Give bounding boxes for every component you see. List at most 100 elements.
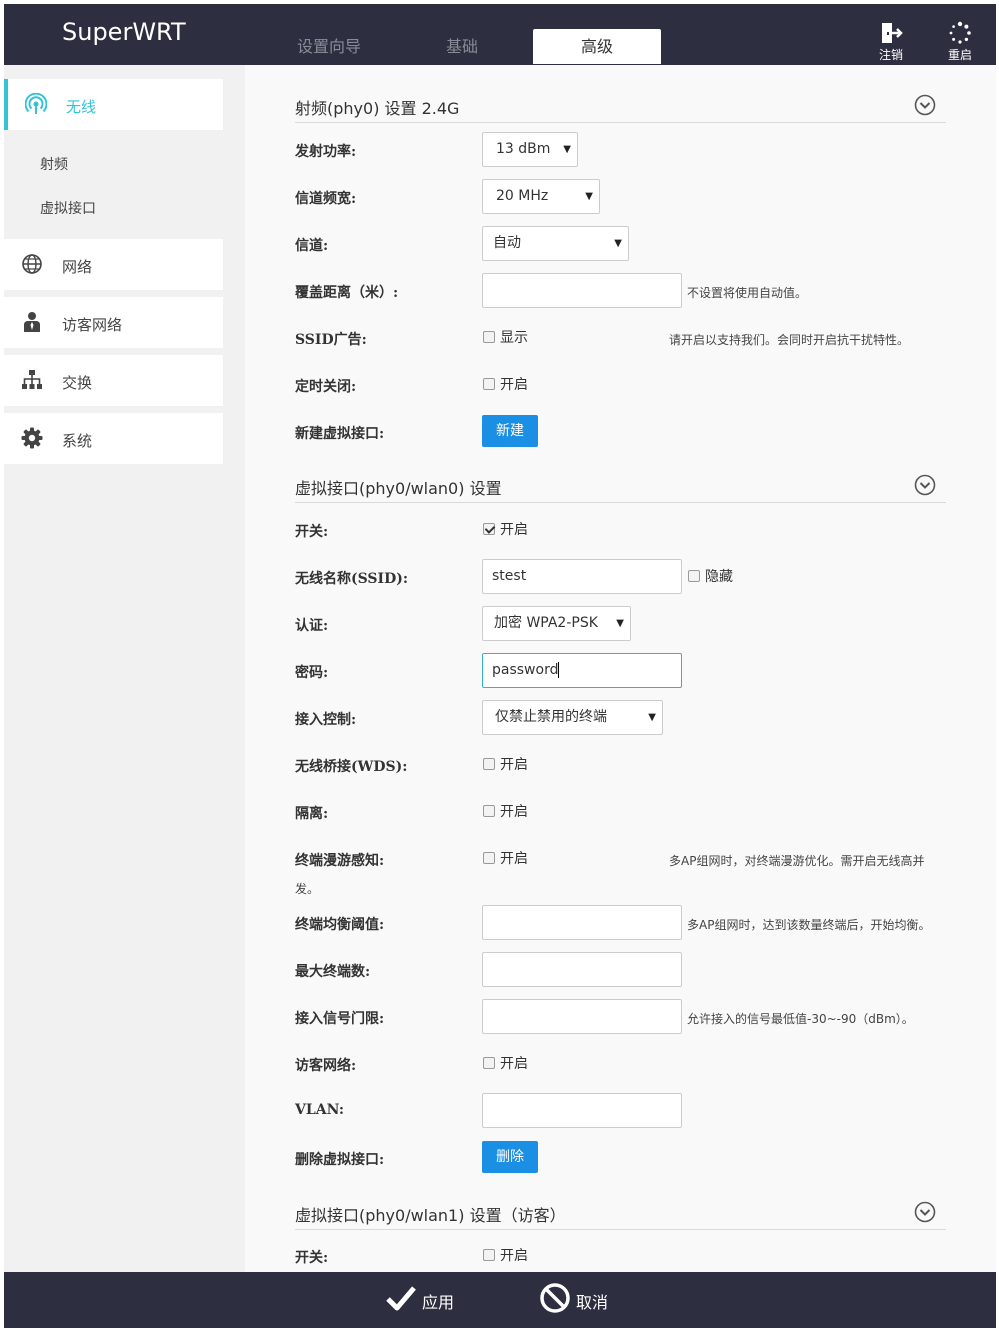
new-vif-button[interactable]: 新建 [482, 415, 538, 447]
label-ssid: 无线名称(SSID): [295, 571, 409, 587]
sidebar: 无线 射频 虚拟接口 网络 访客网络 交换 系统 [4, 65, 245, 1272]
apply-button[interactable]: 应用 [385, 1282, 475, 1316]
app-frame: SuperWRT 设置向导 基础 高级 注销 重启 无线 射频 虚拟接口 网络 … [4, 4, 996, 1328]
tx-power-select[interactable]: 13 dBm ▼ [482, 132, 578, 167]
logout-icon [882, 23, 903, 43]
section-header-wlan0: 虚拟接口(phy0/wlan0) 设置 [295, 474, 946, 503]
label-auth: 认证: [295, 618, 329, 634]
isolate-checkbox[interactable] [483, 805, 495, 817]
wlan0-enable-checkbox-label: 开启 [500, 522, 528, 538]
logout-button[interactable]: 注销 [869, 21, 913, 63]
timer-off-checkbox-label: 开启 [500, 377, 528, 393]
cancel-button[interactable]: 取消 [539, 1282, 629, 1316]
isolate-checkbox-label: 开启 [500, 804, 528, 820]
sidebar-item-switch[interactable]: 交换 [4, 355, 223, 406]
roaming-checkbox[interactable] [483, 852, 495, 864]
sidebar-item-label: 交换 [62, 374, 93, 392]
chevron-down-icon[interactable] [914, 474, 936, 496]
section-title: 射频(phy0) 设置 2.4G [295, 99, 460, 118]
sidebar-item-label: 系统 [62, 432, 93, 450]
dropdown-arrow-icon: ▼ [563, 144, 571, 155]
label-wds: 无线桥接(WDS): [295, 759, 408, 775]
reboot-button[interactable]: 重启 [938, 21, 982, 63]
label-delete-vif: 删除虚拟接口: [295, 1152, 385, 1168]
access-control-select[interactable]: 仅禁止禁用的终端 ▼ [482, 700, 663, 735]
guest-network-checkbox[interactable] [483, 1057, 495, 1069]
user-icon [24, 312, 40, 332]
tab-setup-wizard[interactable]: 设置向导 [265, 29, 393, 64]
label-password: 密码: [295, 665, 329, 681]
wds-checkbox-label: 开启 [500, 757, 528, 773]
chevron-down-icon[interactable] [914, 94, 936, 116]
text-cursor [558, 662, 560, 678]
sidebar-item-wireless[interactable]: 无线 [4, 79, 223, 130]
section-title: 虚拟接口(phy0/wlan0) 设置 [295, 479, 502, 498]
globe-icon [22, 254, 42, 274]
section-header-radio: 射频(phy0) 设置 2.4G [295, 94, 946, 123]
label-tx-power: 发射功率: [295, 144, 357, 160]
label-max-clients: 最大终端数: [295, 964, 371, 980]
checkmark-icon [386, 1286, 416, 1311]
select-value: 20 MHz [496, 188, 549, 204]
sidebar-item-label: 无线 [66, 98, 97, 116]
wlan1-enable-checkbox-label: 开启 [500, 1248, 528, 1264]
dropdown-arrow-icon: ▼ [648, 712, 656, 723]
label-vlan: VLAN: [295, 1102, 345, 1118]
main-content: 射频(phy0) 设置 2.4G 发射功率: 13 dBm ▼ 信道频宽: 20… [245, 65, 996, 1272]
top-bar: SuperWRT 设置向导 基础 高级 注销 重启 [4, 4, 996, 65]
ban-icon [540, 1283, 570, 1313]
section-header-wlan1: 虚拟接口(phy0/wlan1) 设置（访客） [295, 1201, 946, 1230]
label-new-vif: 新建虚拟接口: [295, 426, 385, 442]
auth-select[interactable]: 加密 WPA2-PSK ▼ [482, 606, 631, 641]
ssid-ad-checkbox[interactable] [483, 331, 495, 343]
apply-label: 应用 [422, 1293, 455, 1312]
channel-select[interactable]: 自动 ▼ [482, 226, 629, 261]
tab-advanced[interactable]: 高级 [533, 29, 661, 64]
dropdown-arrow-icon: ▼ [585, 191, 593, 202]
reboot-spinner-icon [949, 21, 971, 44]
gear-icon [21, 427, 43, 449]
balance-threshold-input[interactable] [482, 905, 682, 940]
roaming-hint-wrap: 发。 [295, 882, 320, 896]
hide-ssid-checkbox[interactable] [688, 570, 700, 582]
sidebar-item-guest-network[interactable]: 访客网络 [4, 297, 223, 348]
reboot-label: 重启 [947, 48, 972, 62]
vlan-input[interactable] [482, 1093, 682, 1128]
sidebar-subitem-radio[interactable]: 射频 [40, 154, 68, 174]
roaming-checkbox-label: 开启 [500, 851, 528, 867]
label-bandwidth: 信道频宽: [295, 191, 357, 207]
dropdown-arrow-icon: ▼ [614, 238, 622, 249]
timer-off-checkbox[interactable] [483, 378, 495, 390]
logout-label: 注销 [878, 48, 903, 62]
sidebar-item-network[interactable]: 网络 [4, 239, 223, 290]
roaming-hint: 多AP组网时，对终端漫游优化。需开启无线高并 [669, 854, 925, 868]
delete-vif-button[interactable]: 删除 [482, 1141, 538, 1173]
password-input[interactable]: password [482, 653, 682, 688]
label-timer-off: 定时关闭: [295, 379, 357, 395]
sidebar-subitem-virtual-interface[interactable]: 虚拟接口 [40, 198, 96, 218]
bandwidth-select[interactable]: 20 MHz ▼ [482, 179, 600, 214]
label-ssid-ad: SSID广告: [295, 332, 367, 348]
tab-basic[interactable]: 基础 [398, 29, 526, 64]
password-value: password [492, 662, 559, 678]
balance-threshold-hint: 多AP组网时，达到该数量终端后，开始均衡。 [687, 918, 931, 932]
dropdown-arrow-icon: ▼ [616, 618, 624, 629]
guest-network-checkbox-label: 开启 [500, 1056, 528, 1072]
wlan1-enable-checkbox[interactable] [483, 1249, 495, 1261]
wlan0-enable-checkbox[interactable] [483, 523, 495, 535]
label-coverage-distance: 覆盖距离（米）: [295, 285, 399, 301]
ssid-input[interactable]: stest [482, 559, 682, 594]
ssid-ad-checkbox-label: 显示 [500, 330, 528, 346]
action-bar: 应用 取消 [4, 1272, 996, 1328]
chevron-down-icon[interactable] [914, 1201, 936, 1223]
cancel-label: 取消 [576, 1293, 609, 1312]
wds-checkbox[interactable] [483, 758, 495, 770]
coverage-distance-hint: 不设置将使用自动值。 [687, 286, 808, 300]
signal-threshold-hint: 允许接入的信号最低值-30~-90（dBm）。 [687, 1012, 914, 1026]
coverage-distance-input[interactable] [482, 273, 682, 308]
select-value: 13 dBm [496, 141, 551, 157]
max-clients-input[interactable] [482, 952, 682, 987]
signal-threshold-input[interactable] [482, 999, 682, 1034]
sidebar-item-system[interactable]: 系统 [4, 413, 223, 464]
label-switch: 开关: [295, 1250, 329, 1266]
